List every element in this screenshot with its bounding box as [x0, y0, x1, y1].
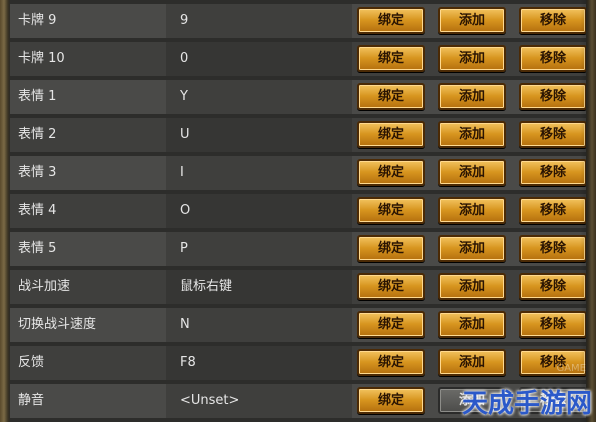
bound-key[interactable]: O	[180, 194, 190, 228]
bound-key[interactable]: I	[180, 156, 184, 190]
bind-button[interactable]: 绑定	[357, 45, 425, 72]
remove-button[interactable]: 移除	[519, 235, 586, 262]
add-button[interactable]: 添加	[438, 121, 506, 148]
bind-button[interactable]: 绑定	[357, 311, 425, 338]
bound-key[interactable]: N	[180, 308, 190, 342]
bind-button[interactable]: 绑定	[357, 235, 425, 262]
remove-button[interactable]: 移除	[519, 159, 586, 186]
bound-key[interactable]: P	[180, 232, 188, 266]
watermark-logo: 天成手游网	[461, 389, 592, 419]
keybinding-list: 卡牌 9 9 绑定 添加 移除 卡牌 10 0 绑定 添加 移除 表情 1 Y …	[10, 0, 586, 422]
add-button[interactable]: 添加	[438, 273, 506, 300]
add-button[interactable]: 添加	[438, 197, 506, 224]
action-name: 表情 5	[18, 241, 57, 256]
bind-button[interactable]: 绑定	[357, 7, 425, 34]
key-cell	[166, 156, 352, 190]
keybind-row-emote-4: 表情 4 O 绑定 添加 移除	[10, 194, 586, 228]
keybind-row-emote-2: 表情 2 U 绑定 添加 移除	[10, 118, 586, 152]
keybind-row-battle-speedup: 战斗加速 鼠标右键 绑定 添加 移除	[10, 270, 586, 304]
key-cell	[166, 118, 352, 152]
key-cell	[166, 308, 352, 342]
add-button[interactable]: 添加	[438, 159, 506, 186]
bind-button[interactable]: 绑定	[357, 159, 425, 186]
add-button[interactable]: 添加	[438, 349, 506, 376]
keybind-row-card-10: 卡牌 10 0 绑定 添加 移除	[10, 42, 586, 76]
key-cell	[166, 80, 352, 114]
keybind-row-emote-3: 表情 3 I 绑定 添加 移除	[10, 156, 586, 190]
remove-button[interactable]: 移除	[519, 273, 586, 300]
watermark-small: GAME	[556, 363, 586, 374]
key-cell	[166, 194, 352, 228]
add-button[interactable]: 添加	[438, 83, 506, 110]
remove-button[interactable]: 移除	[519, 121, 586, 148]
bind-button[interactable]: 绑定	[357, 83, 425, 110]
remove-button[interactable]: 移除	[519, 83, 586, 110]
key-cell	[166, 42, 352, 76]
action-name: 静音	[18, 393, 45, 408]
action-name: 战斗加速	[18, 279, 71, 294]
bind-button[interactable]: 绑定	[357, 121, 425, 148]
remove-button[interactable]: 移除	[519, 311, 586, 338]
bound-key[interactable]: Y	[180, 80, 188, 114]
remove-button[interactable]: 移除	[519, 7, 586, 34]
action-name: 切换战斗速度	[18, 317, 97, 332]
bind-button[interactable]: 绑定	[357, 197, 425, 224]
bound-key[interactable]: 0	[180, 42, 188, 76]
add-button[interactable]: 添加	[438, 235, 506, 262]
action-name: 表情 3	[18, 165, 57, 180]
bound-key[interactable]: 9	[180, 4, 188, 38]
scroll-shadow	[580, 0, 596, 422]
action-name: 表情 2	[18, 127, 57, 142]
remove-button[interactable]: 移除	[519, 197, 586, 224]
add-button[interactable]: 添加	[438, 311, 506, 338]
action-name: 卡牌 10	[18, 51, 65, 66]
keybind-row-emote-5: 表情 5 P 绑定 添加 移除	[10, 232, 586, 266]
keybind-row-emote-1: 表情 1 Y 绑定 添加 移除	[10, 80, 586, 114]
keybind-row-toggle-battle-speed: 切换战斗速度 N 绑定 添加 移除	[10, 308, 586, 342]
bound-key[interactable]: <Unset>	[180, 384, 239, 418]
keybinding-window: 卡牌 9 9 绑定 添加 移除 卡牌 10 0 绑定 添加 移除 表情 1 Y …	[0, 0, 596, 422]
bound-key[interactable]: 鼠标右键	[180, 270, 232, 304]
action-name: 表情 1	[18, 89, 57, 104]
action-name: 反馈	[18, 355, 45, 370]
add-button[interactable]: 添加	[438, 45, 506, 72]
add-button[interactable]: 添加	[438, 7, 506, 34]
key-cell	[166, 4, 352, 38]
key-cell	[166, 232, 352, 266]
keybind-row-card-9: 卡牌 9 9 绑定 添加 移除	[10, 4, 586, 38]
bind-button[interactable]: 绑定	[357, 387, 425, 414]
remove-button[interactable]: 移除	[519, 45, 586, 72]
bind-button[interactable]: 绑定	[357, 273, 425, 300]
bound-key[interactable]: F8	[180, 346, 196, 380]
keybind-row-feedback: 反馈 F8 绑定 添加 移除	[10, 346, 586, 380]
action-name: 表情 4	[18, 203, 57, 218]
bind-button[interactable]: 绑定	[357, 349, 425, 376]
bound-key[interactable]: U	[180, 118, 190, 152]
action-name: 卡牌 9	[18, 13, 57, 28]
